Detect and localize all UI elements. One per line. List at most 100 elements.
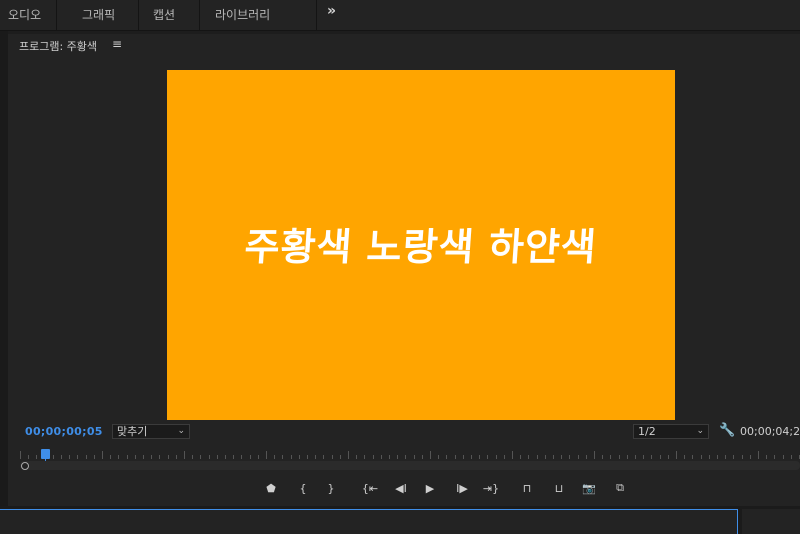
ruler-tick xyxy=(241,455,243,459)
mark-out-icon[interactable]: } xyxy=(321,480,341,496)
workspace-tab-captions[interactable]: 캡션 xyxy=(153,6,175,23)
ruler-tick xyxy=(618,455,620,459)
ruler-tick xyxy=(774,455,776,459)
ruler-tick xyxy=(471,455,472,459)
workspace-tab-libraries[interactable]: 라이브러리 xyxy=(215,6,270,23)
ruler-tick xyxy=(151,455,153,459)
ruler-tick xyxy=(266,451,267,459)
ruler-tick xyxy=(643,455,645,459)
ruler-tick xyxy=(692,455,694,459)
panel-title[interactable]: 프로그램: 주황색 xyxy=(19,38,97,54)
workspace-tab-audio[interactable]: 오디오 xyxy=(8,6,41,23)
ruler-tick xyxy=(602,455,604,459)
add-marker-icon[interactable]: ⬟ xyxy=(261,480,281,496)
ruler-tick xyxy=(69,455,71,459)
zoom-scrollbar[interactable] xyxy=(20,461,800,470)
go-to-in-icon[interactable]: {⇤ xyxy=(360,480,380,496)
ruler-tick xyxy=(118,455,120,459)
ruler-tick xyxy=(274,455,276,459)
ruler-tick xyxy=(430,451,431,459)
ruler-tick xyxy=(585,455,587,459)
ruler-tick xyxy=(298,455,300,459)
time-ruler[interactable] xyxy=(20,447,800,459)
ruler-tick xyxy=(77,455,79,459)
ruler-tick xyxy=(446,455,448,459)
chevron-down-icon: ⌄ xyxy=(696,426,704,436)
ruler-tick xyxy=(364,455,366,459)
step-forward-icon[interactable]: I▶ xyxy=(452,480,472,496)
resolution-select[interactable]: 1/2 ⌄ xyxy=(633,424,709,439)
ruler-tick xyxy=(126,455,128,459)
left-edge xyxy=(0,31,8,509)
ruler-tick xyxy=(20,451,21,459)
duration-timecode: 00;00;04;2 xyxy=(740,425,800,438)
ruler-tick xyxy=(28,455,30,459)
current-timecode[interactable]: 00;00;00;05 xyxy=(25,425,103,438)
wrench-icon[interactable]: 🔧 xyxy=(719,423,735,438)
ruler-tick xyxy=(257,455,259,459)
ruler-tick xyxy=(594,451,595,459)
ruler-tick xyxy=(405,455,407,459)
ruler-tick xyxy=(389,455,390,459)
export-frame-icon[interactable]: 📷 xyxy=(579,480,599,496)
side-panel-edge xyxy=(742,509,800,534)
mark-in-icon[interactable]: { xyxy=(293,480,313,496)
play-icon[interactable]: ▶ xyxy=(420,480,440,496)
ruler-tick xyxy=(487,455,489,459)
ruler-tick xyxy=(544,455,546,459)
timeline-panel-edge[interactable] xyxy=(0,509,738,534)
workspace-bar: 오디오 그래픽 캡션 라이브러리 » xyxy=(0,0,800,31)
comparison-view-icon[interactable]: ⧉ xyxy=(610,480,630,496)
ruler-tick xyxy=(290,455,292,459)
ruler-tick xyxy=(61,455,62,459)
ruler-tick xyxy=(733,455,735,459)
extract-icon[interactable]: ⊔ xyxy=(549,480,569,496)
ruler-tick xyxy=(725,455,727,459)
ruler-tick xyxy=(93,455,95,459)
ruler-tick xyxy=(577,455,579,459)
ruler-tick xyxy=(225,455,226,459)
ruler-tick xyxy=(36,455,38,459)
ruler-tick xyxy=(52,455,54,459)
ruler-tick xyxy=(85,455,87,459)
ruler-tick xyxy=(233,455,235,459)
ruler-tick xyxy=(421,455,423,459)
ruler-tick xyxy=(749,455,751,459)
go-to-out-icon[interactable]: ⇥} xyxy=(481,480,501,496)
ruler-tick xyxy=(626,455,628,459)
program-monitor-panel: 프로그램: 주황색 ≡ 주황색 노랑색 하얀색 00;00;00;05 맞추기 … xyxy=(8,34,800,506)
ruler-tick xyxy=(790,455,792,459)
divider xyxy=(138,0,139,31)
scrollbar-handle[interactable] xyxy=(21,462,29,470)
ruler-tick xyxy=(208,455,210,459)
ruler-tick xyxy=(520,455,522,459)
ruler-tick xyxy=(635,455,636,459)
more-workspaces-icon[interactable]: » xyxy=(327,3,336,19)
ruler-tick xyxy=(348,451,349,459)
ruler-tick xyxy=(356,455,358,459)
ruler-tick xyxy=(676,451,677,459)
ruler-tick xyxy=(479,455,481,459)
chevron-down-icon: ⌄ xyxy=(177,426,185,436)
playhead[interactable] xyxy=(41,449,50,459)
ruler-tick xyxy=(397,455,399,459)
ruler-tick xyxy=(503,455,505,459)
workspace-tab-graphics[interactable]: 그래픽 xyxy=(82,6,115,23)
ruler-tick xyxy=(102,451,103,459)
zoom-select[interactable]: 맞추기 ⌄ xyxy=(112,424,190,439)
panel-menu-icon[interactable]: ≡ xyxy=(112,37,122,51)
ruler-tick xyxy=(700,455,702,459)
ruler-tick xyxy=(380,455,382,459)
step-back-icon[interactable]: ◀I xyxy=(391,480,411,496)
ruler-tick xyxy=(282,455,284,459)
ruler-tick xyxy=(536,455,538,459)
lift-icon[interactable]: ⊓ xyxy=(517,480,537,496)
ruler-tick xyxy=(110,455,112,459)
ruler-tick xyxy=(454,455,456,459)
ruler-tick xyxy=(413,455,415,459)
ruler-tick xyxy=(331,455,333,459)
title-text: 주황색 노랑색 하얀색 xyxy=(243,224,599,269)
ruler-tick xyxy=(372,455,374,459)
ruler-tick xyxy=(200,455,202,459)
ruler-tick xyxy=(315,455,317,459)
